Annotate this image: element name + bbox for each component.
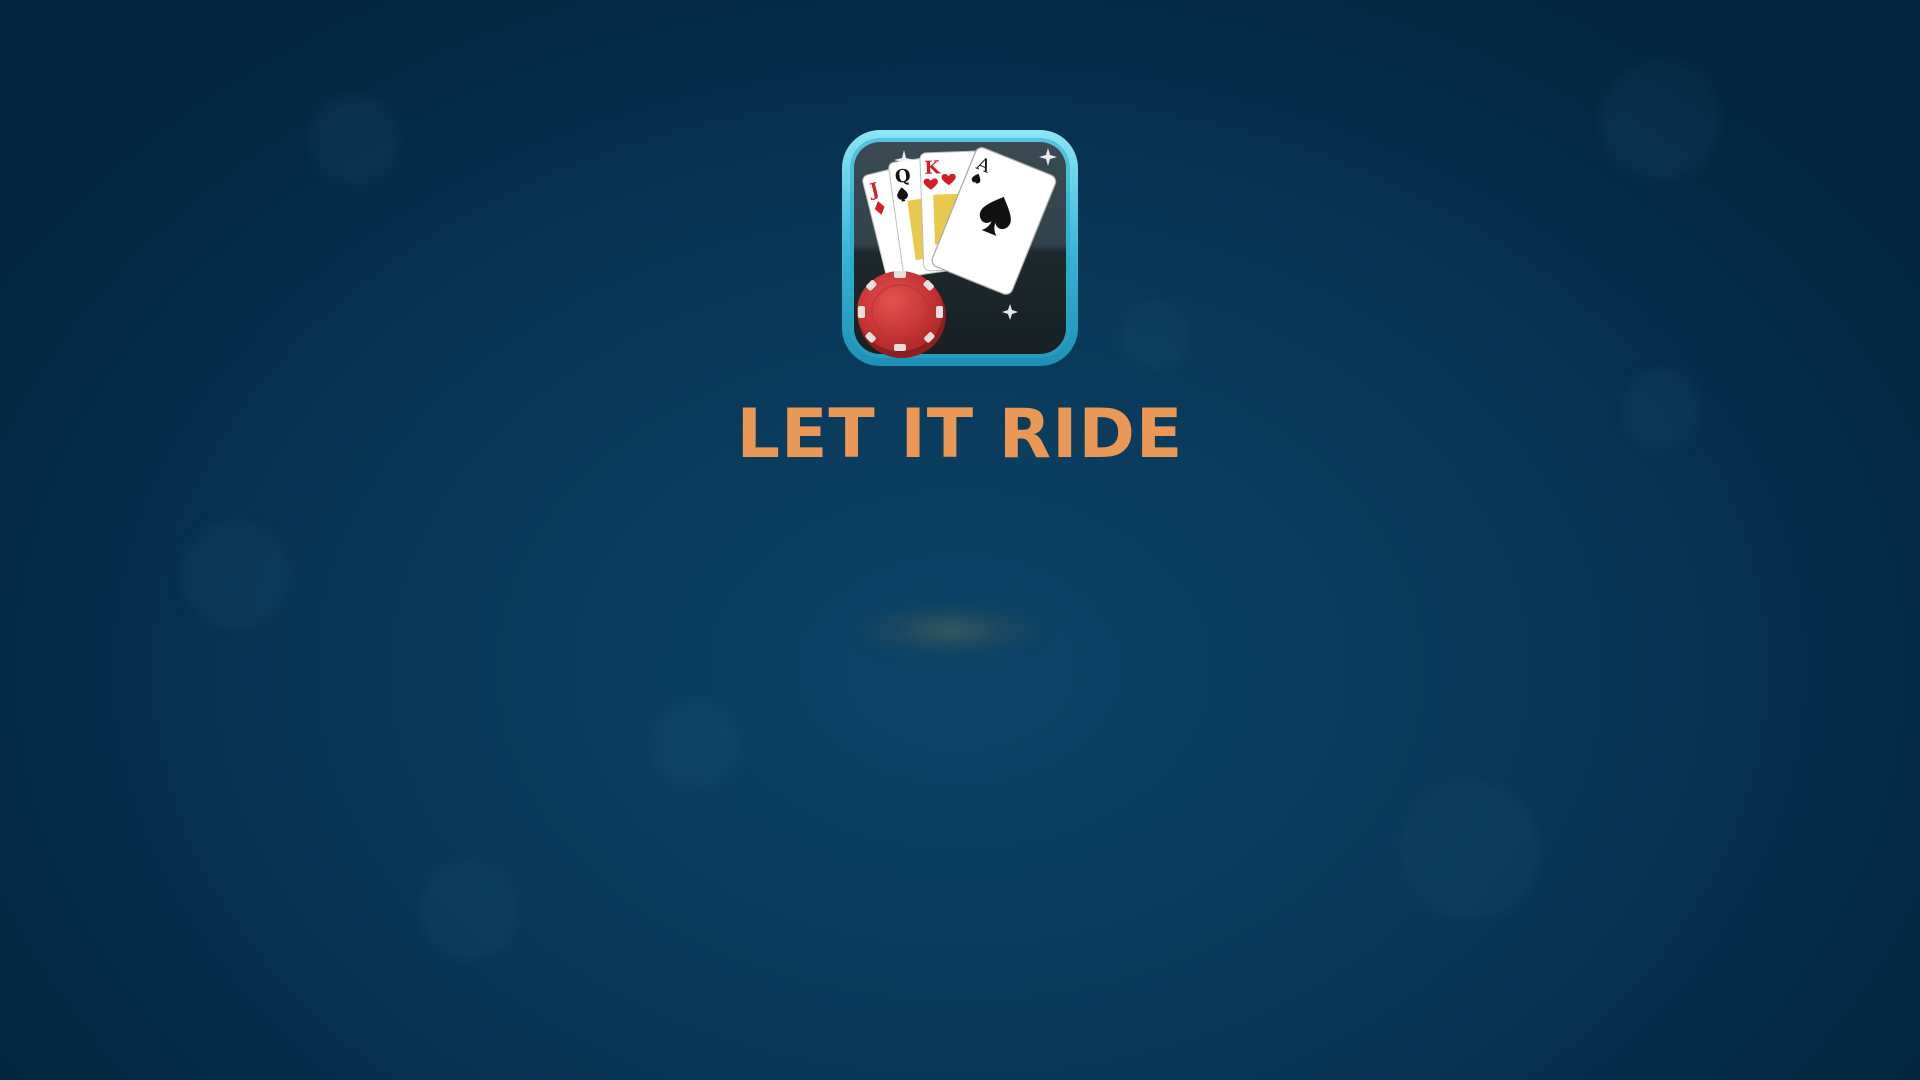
svg-text:K: K — [924, 157, 942, 179]
game-logo-icon: J Q K A — [840, 128, 1080, 368]
center-glow — [860, 605, 1040, 655]
svg-text:Q: Q — [894, 165, 912, 188]
game-title: LET IT RIDE — [736, 395, 1184, 474]
